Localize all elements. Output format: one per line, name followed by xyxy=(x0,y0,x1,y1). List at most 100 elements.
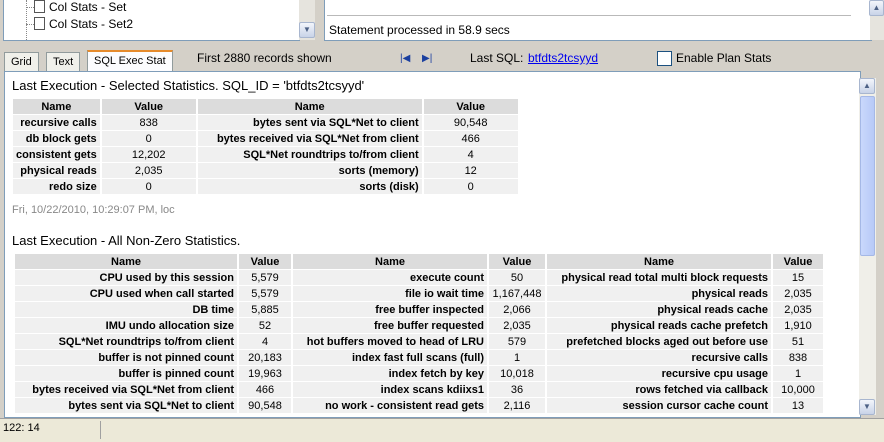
column-header: Name xyxy=(293,254,487,269)
enable-plan-stats-label[interactable]: Enable Plan Stats xyxy=(676,51,771,65)
stat-name: physical reads xyxy=(13,163,100,178)
tree-item-label: Col Stats - Set xyxy=(49,0,127,14)
stat-name: bytes received via SQL*Net from client xyxy=(15,382,237,397)
tree-scrollbar[interactable]: ▼ xyxy=(299,0,315,40)
tree-item[interactable]: Col Stats - Set xyxy=(34,0,126,15)
stat-name: buffer is pinned count xyxy=(15,366,237,381)
stat-value: 1 xyxy=(773,366,823,381)
stat-value: 5,885 xyxy=(239,302,291,317)
column-header: Name xyxy=(197,99,422,114)
table-row: IMU undo allocation size 52 free buffer re… xyxy=(15,318,823,333)
stat-value: 1,167,448 xyxy=(489,286,545,301)
stat-value: 52 xyxy=(239,318,291,333)
stat-value: 466 xyxy=(239,382,291,397)
last-sql-label: Last SQL: xyxy=(470,51,524,65)
stat-name: redo size xyxy=(13,179,100,194)
table-row: buffer is not pinned count 20,183 index fa… xyxy=(15,350,823,365)
stat-name: prefetched blocks aged out before use xyxy=(547,334,771,349)
stats-content: Last Execution - Selected Statistics. SQ… xyxy=(4,71,861,418)
stat-name: db block gets xyxy=(13,131,100,146)
stat-value: 5,579 xyxy=(239,286,291,301)
stat-name: file io wait time xyxy=(293,286,487,301)
stat-value: 20,183 xyxy=(239,350,291,365)
stat-value: 838 xyxy=(773,350,823,365)
stat-value: 2,066 xyxy=(489,302,545,317)
stat-name: hot buffers moved to head of LRU xyxy=(293,334,487,349)
table-row: db block gets 0 bytes received via SQL*Net… xyxy=(13,131,518,146)
table-row: CPU used when call started 5,579 file io w… xyxy=(15,286,823,301)
last-page-icon[interactable]: ▶| xyxy=(422,53,432,64)
tab-grid[interactable]: Grid xyxy=(4,52,39,71)
tab-sql-exec-stat[interactable]: SQL Exec Stat xyxy=(87,50,173,71)
status-scrollbar[interactable]: ▲ xyxy=(869,0,884,40)
stat-name: SQL*Net roundtrips to/from client xyxy=(15,334,237,349)
stat-name: bytes received via SQL*Net from client xyxy=(197,131,422,146)
stat-name: buffer is not pinned count xyxy=(15,350,237,365)
tree-item[interactable]: Col Stats - Set2 xyxy=(34,16,133,32)
scroll-down-icon[interactable]: ▼ xyxy=(859,399,875,415)
enable-plan-stats-checkbox[interactable] xyxy=(657,51,672,66)
stat-value: 579 xyxy=(489,334,545,349)
tree-connector xyxy=(26,24,34,25)
stat-name: sorts (memory) xyxy=(197,163,422,178)
stat-value: 5,579 xyxy=(239,270,291,285)
scroll-thumb[interactable] xyxy=(860,96,875,256)
stat-name: recursive calls xyxy=(547,350,771,365)
last-sql-link[interactable]: btfdts2tcsyyd xyxy=(528,51,598,65)
stat-value: 19,963 xyxy=(239,366,291,381)
section2-title: Last Execution - All Non-Zero Statistics… xyxy=(12,233,241,248)
status-panel: Statement processed in 58.9 secs xyxy=(324,0,872,41)
status-message: Statement processed in 58.9 secs xyxy=(329,23,510,37)
stat-name: rows fetched via callback xyxy=(547,382,771,397)
all-stats-table: Name Value Name Value Name Value CPU use… xyxy=(13,253,825,414)
stat-value: 1 xyxy=(489,350,545,365)
stat-value: 12,202 xyxy=(101,147,196,162)
selected-stats-table: Name Value Name Value recursive calls 838… xyxy=(11,98,520,195)
column-header: Value xyxy=(239,254,291,269)
stat-value: 51 xyxy=(773,334,823,349)
stat-value: 838 xyxy=(101,115,196,130)
stat-name: CPU used when call started xyxy=(15,286,237,301)
column-header: Name xyxy=(547,254,771,269)
stat-name: free buffer requested xyxy=(293,318,487,333)
table-row: bytes sent via SQL*Net to client 90,548 no… xyxy=(15,398,823,413)
first-page-icon[interactable]: |◀ xyxy=(400,53,410,64)
column-header: Name xyxy=(13,99,100,114)
content-scrollbar[interactable]: ▲ ▼ xyxy=(859,78,876,415)
stat-name: physical read total multi block requests xyxy=(547,270,771,285)
stat-name: no work - consistent read gets xyxy=(293,398,487,413)
stat-name: sorts (disk) xyxy=(197,179,422,194)
tab-text[interactable]: Text xyxy=(46,52,81,71)
execution-timestamp: Fri, 10/22/2010, 10:29:07 PM, loc xyxy=(12,204,175,216)
stat-name: index scans kdiixs1 xyxy=(293,382,487,397)
stat-value: 10,000 xyxy=(773,382,823,397)
table-row: physical reads 2,035 sorts (memory) 12 xyxy=(13,163,518,178)
status-bar: 122: 14 xyxy=(0,418,884,442)
records-count: First 2880 records shown xyxy=(197,51,332,65)
stat-value: 10,018 xyxy=(489,366,545,381)
object-tree[interactable]: Col Stats - Set Col Stats - Set2 xyxy=(3,0,300,41)
scroll-up-icon[interactable]: ▲ xyxy=(869,0,884,16)
column-header: Name xyxy=(15,254,237,269)
tree-connector xyxy=(26,0,27,40)
stat-value: 2,035 xyxy=(773,286,823,301)
cursor-position: 122: 14 xyxy=(3,422,40,434)
stat-name: bytes sent via SQL*Net to client xyxy=(197,115,422,130)
document-icon xyxy=(34,17,45,30)
scroll-down-icon[interactable]: ▼ xyxy=(299,22,315,38)
table-row: bytes received via SQL*Net from client 46… xyxy=(15,382,823,397)
column-header: Value xyxy=(101,99,196,114)
stat-value: 2,035 xyxy=(489,318,545,333)
stat-value: 90,548 xyxy=(239,398,291,413)
stat-value: 0 xyxy=(101,179,196,194)
tree-connector xyxy=(26,7,34,8)
scroll-up-icon[interactable]: ▲ xyxy=(859,78,875,94)
stat-name: physical reads cache prefetch xyxy=(547,318,771,333)
stat-value: 2,035 xyxy=(101,163,196,178)
table-row: redo size 0 sorts (disk) 0 xyxy=(13,179,518,194)
table-row: DB time 5,885 free buffer inspected 2,066 ph… xyxy=(15,302,823,317)
stat-name: consistent gets xyxy=(13,147,100,162)
stat-name: recursive cpu usage xyxy=(547,366,771,381)
document-icon xyxy=(34,0,45,13)
stat-value: 50 xyxy=(489,270,545,285)
